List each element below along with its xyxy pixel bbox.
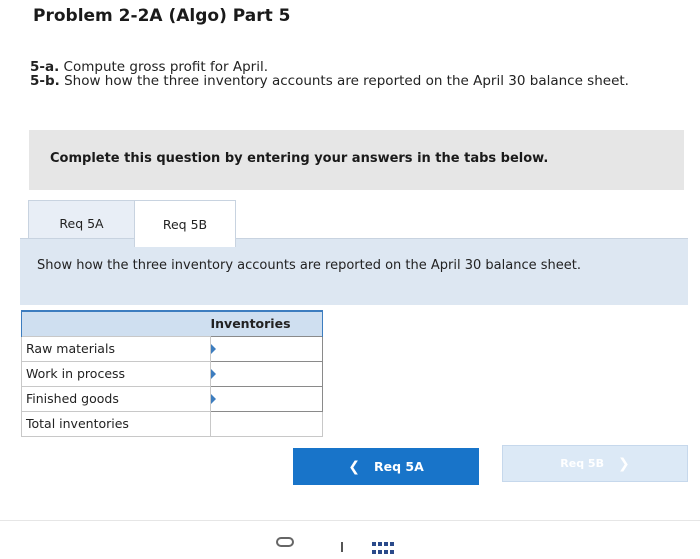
prev-req-button[interactable]: ❮ Req 5A	[293, 448, 479, 485]
input-marker-icon	[211, 343, 216, 354]
grid-menu-icon[interactable]	[372, 542, 394, 556]
tab-req-5b[interactable]: Req 5B	[134, 200, 236, 247]
page-title: Problem 2-2A (Algo) Part 5	[33, 6, 291, 26]
row-label-work-in-process: Work in process	[21, 360, 211, 387]
finished-goods-input[interactable]	[211, 386, 322, 411]
inventory-table: Inventories Raw materials Work in proces…	[21, 310, 323, 437]
input-marker-icon	[211, 393, 216, 404]
panel-instruction: Show how the three inventory accounts ar…	[37, 258, 581, 273]
chevron-right-icon: ❯	[617, 455, 630, 472]
finished-goods-input-cell[interactable]	[210, 385, 323, 412]
chevron-left-icon: ❮	[348, 458, 360, 475]
input-marker-icon	[211, 368, 216, 379]
row-label-total-inventories: Total inventories	[21, 410, 211, 437]
tab-req-5a-label: Req 5A	[59, 216, 104, 231]
row-label-finished-goods: Finished goods	[21, 385, 211, 412]
tab-req-5b-label: Req 5B	[162, 216, 208, 232]
table-header-row: Inventories	[21, 310, 323, 336]
instruction-part-b: 5-b. Show how the three inventory accoun…	[30, 71, 650, 92]
work-in-process-input-cell[interactable]	[210, 360, 323, 387]
instruction-banner: Complete this question by entering your …	[29, 130, 684, 190]
question-panel: Show how the three inventory accounts ar…	[20, 238, 688, 305]
inventories-column-header: Inventories	[210, 310, 323, 336]
part-b-label: 5-b.	[30, 73, 60, 89]
footer-divider	[0, 520, 700, 521]
part-b-text: Show how the three inventory accounts ar…	[59, 73, 629, 89]
raw-materials-input-cell[interactable]	[210, 335, 323, 362]
next-req-label: Req 5B	[560, 457, 604, 470]
banner-text: Complete this question by entering your …	[50, 151, 549, 166]
table-header-blank	[21, 310, 211, 336]
table-row: Total inventories	[21, 410, 323, 437]
prev-req-label: Req 5A	[373, 459, 424, 474]
total-inventories-value	[210, 410, 323, 437]
next-req-button[interactable]: Req 5B ❯	[502, 445, 688, 482]
raw-materials-input[interactable]	[211, 336, 322, 361]
row-label-raw-materials: Raw materials	[21, 335, 211, 362]
link-icon[interactable]	[276, 537, 294, 547]
table-row: Raw materials	[21, 335, 323, 362]
table-row: Work in process	[21, 360, 323, 387]
table-row: Finished goods	[21, 385, 323, 412]
separator-icon	[341, 542, 343, 552]
work-in-process-input[interactable]	[211, 361, 322, 386]
